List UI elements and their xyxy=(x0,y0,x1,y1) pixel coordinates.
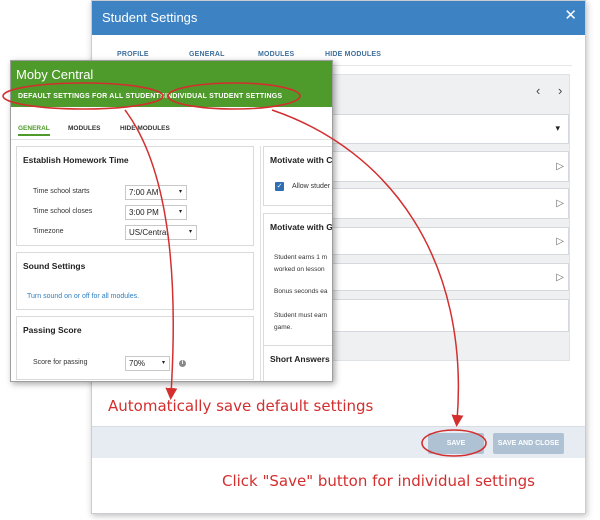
default-tab-highlight xyxy=(2,82,164,110)
individual-tab-highlight xyxy=(167,82,301,110)
default-settings-annotation: Automatically save default settings xyxy=(108,397,374,415)
individual-settings-annotation: Click "Save" button for individual setti… xyxy=(222,472,535,490)
individual-arrow xyxy=(271,109,464,427)
save-button-highlight xyxy=(421,429,487,457)
annotation-overlay xyxy=(2,82,487,457)
default-arrow xyxy=(124,109,178,400)
